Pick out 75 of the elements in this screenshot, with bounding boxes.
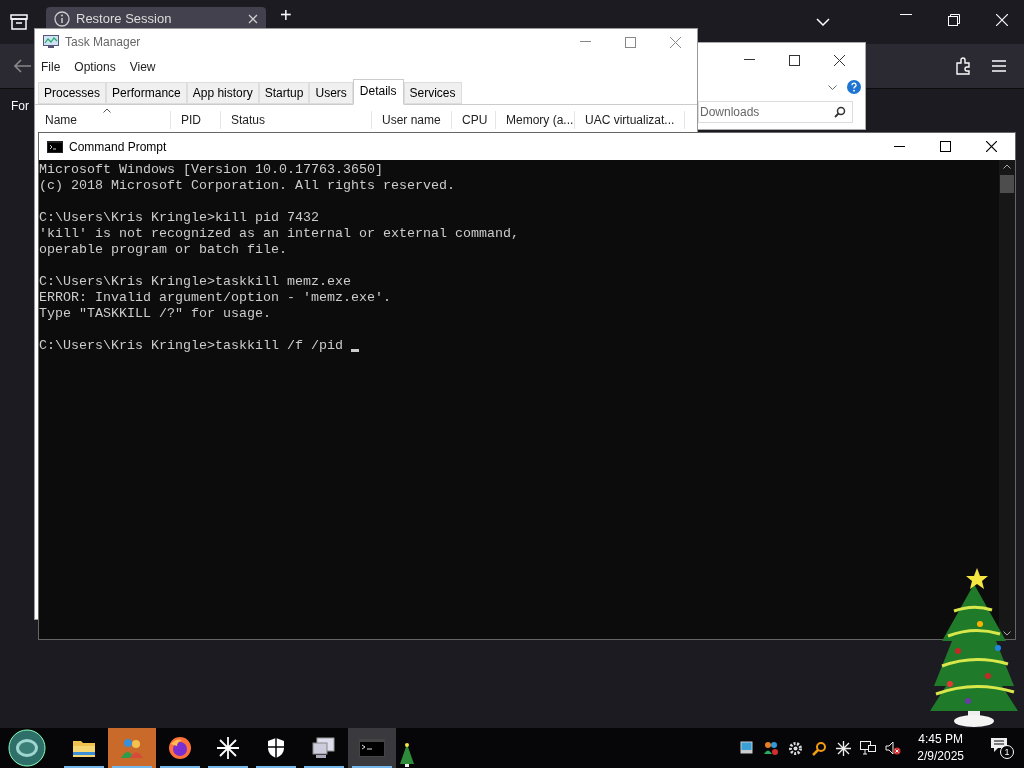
column-header[interactable]: Name	[35, 111, 171, 129]
search-icon[interactable]	[812, 740, 828, 756]
tab[interactable]: App history	[186, 82, 259, 104]
back-arrow-icon[interactable]	[14, 59, 32, 73]
column-header[interactable]: UAC virtualizat...	[575, 111, 685, 129]
console-line: Microsoft Windows [Version 10.0.17763.3650]	[39, 162, 383, 178]
notification-count: 1	[1000, 745, 1014, 759]
time-text: 4:45 PM	[918, 731, 963, 748]
column-header[interactable]: Status	[221, 111, 372, 129]
help-icon[interactable]	[847, 80, 861, 94]
notification-button[interactable]: 1	[990, 737, 1012, 759]
console-line: Type "TASKKILL /?" for usage.	[39, 306, 271, 322]
search-field[interactable]: Downloads	[698, 101, 853, 123]
terminal-icon	[47, 140, 63, 153]
menu-icon[interactable]	[992, 60, 1006, 72]
window-title: Task Manager	[65, 34, 142, 51]
people-icon	[120, 736, 144, 760]
taskbar-button[interactable]	[348, 728, 396, 768]
clock[interactable]: 4:45 PM 2/9/2025	[917, 731, 964, 765]
scroll-up-icon[interactable]	[1003, 164, 1011, 169]
task-manager-icon	[43, 35, 59, 49]
minimize-icon[interactable]	[744, 59, 755, 61]
fox-globe-icon	[168, 736, 192, 760]
search-icon[interactable]	[834, 106, 846, 118]
tab[interactable]: Services	[403, 82, 462, 104]
puzzle-piece-icon[interactable]	[956, 57, 972, 75]
info-icon	[54, 10, 70, 27]
tab-list-icon[interactable]	[10, 14, 28, 30]
muted-speaker-icon[interactable]	[885, 741, 902, 755]
shield-icon	[267, 737, 285, 759]
start-orb-icon[interactable]	[8, 729, 46, 767]
maximize-icon[interactable]	[940, 141, 951, 152]
menu-item[interactable]: File	[41, 58, 61, 76]
console-line: C:\Users\Kris Kringle>taskkill memz.exe	[39, 274, 351, 290]
column-header[interactable]: CPU	[452, 111, 496, 129]
tab[interactable]: Processes	[38, 82, 107, 104]
tab[interactable]: Details	[352, 79, 404, 105]
maximize-icon[interactable]	[789, 54, 800, 66]
restore-icon[interactable]	[948, 14, 960, 26]
console-line: operable program or batch file.	[39, 242, 287, 258]
column-header[interactable]: Memory (a...	[496, 111, 575, 129]
christmas-tree-icon	[398, 742, 416, 768]
scrollbar-thumb[interactable]	[1000, 175, 1014, 193]
close-icon[interactable]	[834, 54, 845, 66]
tab[interactable]: Performance	[106, 82, 187, 104]
minimize-icon[interactable]	[894, 145, 905, 148]
network-icon[interactable]	[860, 741, 877, 755]
asterisk-icon[interactable]	[836, 740, 852, 756]
column-header[interactable]: User name	[372, 111, 452, 129]
close-icon[interactable]	[986, 141, 997, 152]
console-line: ERROR: Invalid argument/option - 'memz.exe'.	[39, 290, 391, 306]
page-text: For	[11, 99, 29, 113]
scrollbar[interactable]	[999, 160, 1015, 639]
date-text: 2/9/2025	[917, 748, 964, 765]
menu-item[interactable]: Options	[74, 58, 116, 76]
computer-icon	[312, 737, 336, 759]
minimize-icon[interactable]	[900, 14, 912, 16]
console-line: C:\Users\Kris Kringle>taskkill /f /pid	[39, 338, 344, 354]
tab-title: Restore Session	[76, 9, 173, 28]
browser-tab[interactable]: Restore Session	[46, 7, 266, 28]
menu-item[interactable]: View	[129, 58, 156, 76]
asterisk-icon	[217, 737, 239, 759]
console-line: 'kill' is not recognized as an internal or external command,	[39, 226, 519, 242]
column-header[interactable]: PID	[171, 111, 221, 129]
people-icon[interactable]	[763, 740, 780, 756]
tab[interactable]: Users	[309, 82, 353, 104]
tab[interactable]: Startup	[258, 82, 310, 104]
gear-icon[interactable]	[788, 740, 804, 756]
window-title: Command Prompt	[69, 138, 168, 156]
new-tab-button[interactable]: +	[280, 8, 292, 22]
monitor-icon[interactable]	[740, 741, 755, 755]
terminal-icon	[359, 739, 385, 757]
console-line: C:\Users\Kris Kringle>kill pid 7432	[39, 210, 319, 226]
console-line: (c) 2018 Microsoft Corporation. All rights reserved.	[39, 178, 455, 194]
folder-icon	[72, 738, 96, 758]
